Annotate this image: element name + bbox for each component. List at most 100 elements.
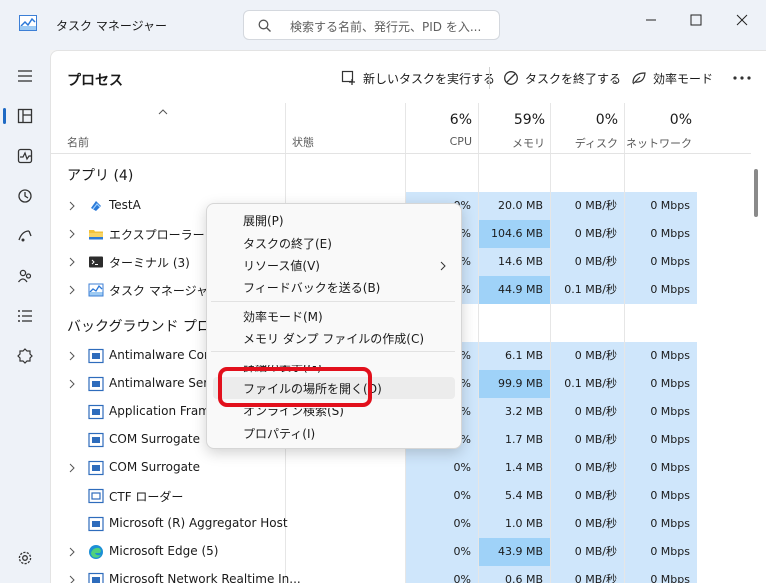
disk-total[interactable]: 0% [551, 112, 618, 128]
nav-startup-apps[interactable] [10, 221, 40, 251]
process-disk-value: 0 MB/秒 [551, 454, 624, 482]
run-new-task-label: 新しいタスクを実行する [363, 71, 496, 86]
process-name: ターミナル (3) [109, 256, 190, 270]
page-title: プロセス [67, 73, 123, 89]
startup-icon [18, 230, 32, 242]
process-mem-value: 44.9 MB [479, 276, 550, 304]
more-options-button[interactable] [731, 68, 753, 88]
menu-item-resource-values[interactable]: リソース値(V) [243, 257, 320, 274]
process-row[interactable]: COM Surrogate 0% 1.4 MB 0 MB/秒 0 Mbps [51, 454, 751, 482]
process-net-value: 0 Mbps [625, 482, 697, 510]
process-mem-value: 1.7 MB [479, 426, 550, 454]
column-header-cpu[interactable]: CPU [406, 135, 472, 148]
process-mem-value: 43.9 MB [479, 538, 550, 566]
process-net-value: 0 Mbps [625, 248, 697, 276]
process-disk-value: 0 MB/秒 [551, 426, 624, 454]
menu-item-efficiency-mode[interactable]: 効率モード(M) [243, 308, 323, 325]
scrollbar-thumb[interactable] [754, 169, 758, 217]
history-icon [18, 189, 32, 203]
chevron-right-icon[interactable] [68, 463, 76, 473]
run-new-task-button[interactable]: 新しいタスクを実行する [341, 67, 495, 89]
process-cpu-value: 0% [406, 482, 478, 510]
minimize-button[interactable] [635, 8, 667, 32]
menu-item-create-dump[interactable]: メモリ ダンプ ファイルの作成(C) [243, 330, 424, 347]
menu-separator [211, 301, 455, 302]
toolbar-separator [489, 67, 490, 89]
end-task-button[interactable]: タスクを終了する [503, 67, 621, 89]
details-icon [18, 310, 32, 322]
network-total[interactable]: 0% [625, 112, 692, 128]
edge-icon [88, 544, 104, 560]
terminal-icon [88, 254, 104, 270]
column-header-network[interactable]: ネットワーク [625, 135, 692, 151]
process-name: Microsoft Edge (5) [109, 544, 219, 558]
process-name: タスク マネージャー [109, 284, 220, 298]
search-input[interactable]: 検索する名前、発行元、PID を入... [243, 10, 500, 40]
process-net-value: 0 Mbps [625, 510, 697, 538]
process-row[interactable]: Microsoft (R) Aggregator Host 0% 1.0 MB 0 M… [51, 510, 751, 538]
column-header-name[interactable]: 名前 [67, 134, 89, 150]
process-disk-value: 0 MB/秒 [551, 342, 624, 370]
nav-app-history[interactable] [10, 181, 40, 211]
process-name: COM Surrogate [109, 432, 201, 446]
column-header-memory[interactable]: メモリ [479, 135, 545, 151]
process-cpu-value: 0% [406, 454, 478, 482]
ctf-icon [88, 488, 104, 504]
process-disk-value: 0 MB/秒 [551, 482, 624, 510]
process-mem-value: 1.4 MB [479, 454, 550, 482]
chevron-right-icon[interactable] [68, 547, 76, 557]
service-icon [88, 432, 104, 448]
menu-item-end-task[interactable]: タスクの終了(E) [243, 235, 332, 252]
chevron-right-icon[interactable] [68, 257, 76, 267]
process-cpu-value: 0% [406, 538, 478, 566]
process-disk-value: 0 MB/秒 [551, 248, 624, 276]
performance-icon [17, 148, 33, 164]
chevron-right-icon[interactable] [68, 575, 76, 583]
task-manager-icon [88, 282, 104, 298]
service-icon [88, 376, 104, 392]
process-row[interactable]: CTF ローダー 0% 5.4 MB 0 MB/秒 0 Mbps [51, 482, 751, 510]
chevron-right-icon[interactable] [68, 351, 76, 361]
chevron-right-icon[interactable] [68, 285, 76, 295]
maximize-button[interactable] [680, 8, 712, 32]
chevron-right-icon[interactable] [68, 229, 76, 239]
column-header-disk[interactable]: ディスク [551, 135, 618, 151]
maximize-icon [690, 14, 702, 26]
close-button[interactable] [726, 8, 758, 32]
nav-details[interactable] [10, 301, 40, 331]
process-cpu-value: 0% [406, 510, 478, 538]
nav-processes[interactable] [10, 101, 40, 131]
memory-total[interactable]: 59% [479, 112, 545, 128]
service-icon [88, 404, 104, 420]
process-disk-value: 0 MB/秒 [551, 192, 624, 220]
process-row[interactable]: Microsoft Edge (5) 0% 43.9 MB 0 MB/秒 0 Mbps [51, 538, 751, 566]
nav-settings[interactable] [10, 543, 40, 573]
chevron-right-icon[interactable] [68, 379, 76, 389]
submenu-chevron-icon [440, 261, 446, 271]
process-net-value: 0 Mbps [625, 454, 697, 482]
process-net-value: 0 Mbps [625, 426, 697, 454]
menu-item-properties[interactable]: プロパティ(I) [243, 425, 315, 442]
menu-item-expand[interactable]: 展開(P) [243, 212, 284, 229]
context-menu: 展開(P) タスクの終了(E) リソース値(V) フィードバックを送る(B) 効… [206, 203, 462, 449]
process-mem-value: 104.6 MB [479, 220, 550, 248]
chevron-right-icon[interactable] [68, 201, 76, 211]
search-icon [258, 19, 271, 32]
process-row[interactable]: Microsoft Network Realtime In... 0% 0.6 MB… [51, 566, 751, 583]
process-mem-value: 14.6 MB [479, 248, 550, 276]
new-task-icon [341, 70, 355, 85]
nav-users[interactable] [10, 261, 40, 291]
process-name: エクスプローラー [109, 228, 205, 242]
process-disk-value: 0.1 MB/秒 [551, 370, 624, 398]
hamburger-menu-button[interactable] [10, 61, 40, 91]
column-header-status[interactable]: 状態 [292, 134, 314, 150]
efficiency-mode-label: 効率モード [653, 71, 714, 86]
users-icon [17, 269, 32, 283]
search-placeholder: 検索する名前、発行元、PID を入... [290, 20, 482, 34]
nav-performance[interactable] [10, 141, 40, 171]
nav-services[interactable] [10, 341, 40, 371]
cpu-total[interactable]: 6% [406, 112, 472, 128]
process-disk-value: 0.1 MB/秒 [551, 276, 624, 304]
menu-item-send-feedback[interactable]: フィードバックを送る(B) [243, 279, 380, 296]
efficiency-mode-button[interactable]: 効率モード [631, 67, 713, 89]
